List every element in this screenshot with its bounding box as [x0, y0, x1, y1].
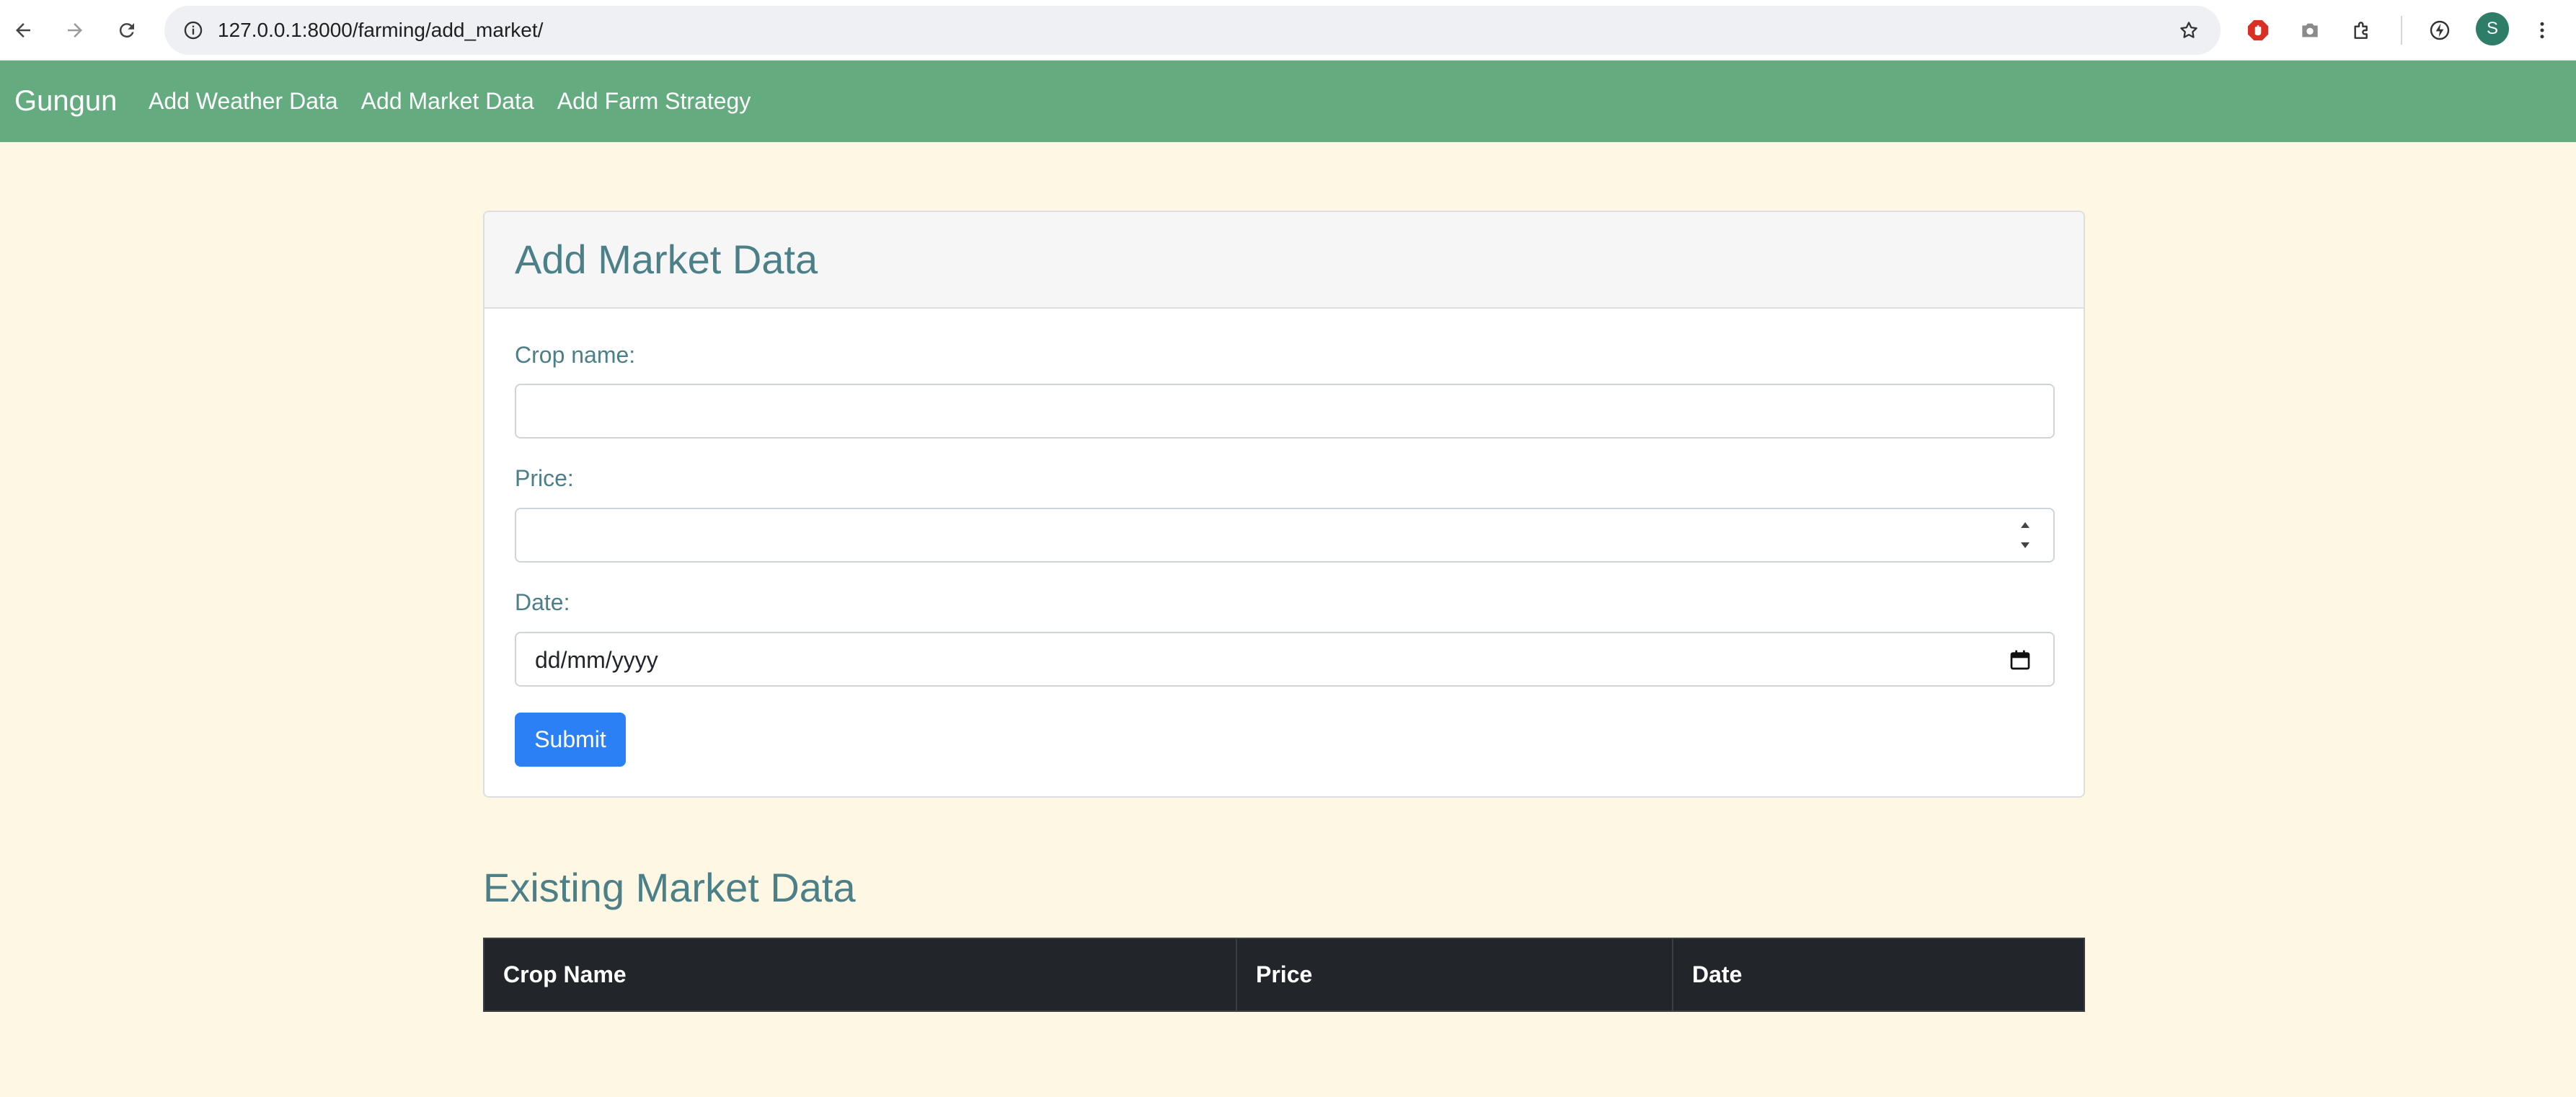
market-data-table: Crop Name Price Date: [483, 938, 2085, 1012]
nav-link-add-weather-data[interactable]: Add Weather Data: [149, 61, 338, 142]
address-bar[interactable]: 127.0.0.1:8000/farming/add_market/: [164, 6, 2221, 55]
nav-links: Add Weather Data Add Market Data Add Far…: [149, 61, 774, 142]
crop-name-input[interactable]: [515, 384, 2055, 439]
performance-icon[interactable]: [2422, 13, 2457, 48]
calendar-icon[interactable]: [2009, 648, 2032, 671]
brand-link[interactable]: Gungun: [14, 61, 117, 142]
column-header-date: Date: [1672, 939, 2084, 1010]
add-market-card: Add Market Data Crop name: Price: Date: …: [483, 211, 2085, 798]
profile-avatar[interactable]: S: [2476, 12, 2509, 45]
spin-up-icon[interactable]: [2019, 521, 2031, 529]
number-spinner[interactable]: [2017, 521, 2033, 550]
column-header-crop-name: Crop Name: [503, 961, 627, 987]
spin-down-icon[interactable]: [2019, 541, 2031, 550]
date-input[interactable]: dd/mm/yyyy: [515, 632, 2055, 687]
site-info-icon[interactable]: [179, 16, 208, 45]
card-title: Add Market Data: [515, 237, 818, 282]
bookmark-star-icon[interactable]: [2174, 16, 2203, 45]
column-header-price: Price: [1236, 939, 1672, 1010]
adblock-extension-icon[interactable]: [2241, 13, 2275, 48]
reload-icon[interactable]: [110, 13, 144, 48]
top-navbar: Gungun Add Weather Data Add Market Data …: [0, 61, 2576, 142]
back-icon[interactable]: [6, 13, 40, 48]
screenshot-extension-icon[interactable]: [2293, 13, 2327, 48]
forward-icon[interactable]: [58, 13, 92, 48]
toolbar-divider: [2401, 16, 2402, 45]
crop-name-label: Crop name:: [515, 342, 636, 368]
date-placeholder: dd/mm/yyyy: [535, 647, 658, 673]
nav-link-add-farm-strategy[interactable]: Add Farm Strategy: [557, 61, 751, 142]
url-text: 127.0.0.1:8000/farming/add_market/: [218, 19, 544, 41]
browser-toolbar: 127.0.0.1:8000/farming/add_market/ S: [0, 0, 2576, 61]
card-header: Add Market Data: [484, 212, 2084, 309]
date-label: Date:: [515, 589, 570, 615]
extensions-puzzle-icon[interactable]: [2345, 13, 2379, 48]
submit-button[interactable]: Submit: [515, 713, 626, 767]
nav-link-add-market-data[interactable]: Add Market Data: [361, 61, 534, 142]
menu-kebab-icon[interactable]: [2525, 13, 2559, 48]
existing-data-title: Existing Market Data: [483, 865, 856, 910]
price-label: Price:: [515, 465, 574, 491]
price-input[interactable]: [515, 508, 2055, 563]
